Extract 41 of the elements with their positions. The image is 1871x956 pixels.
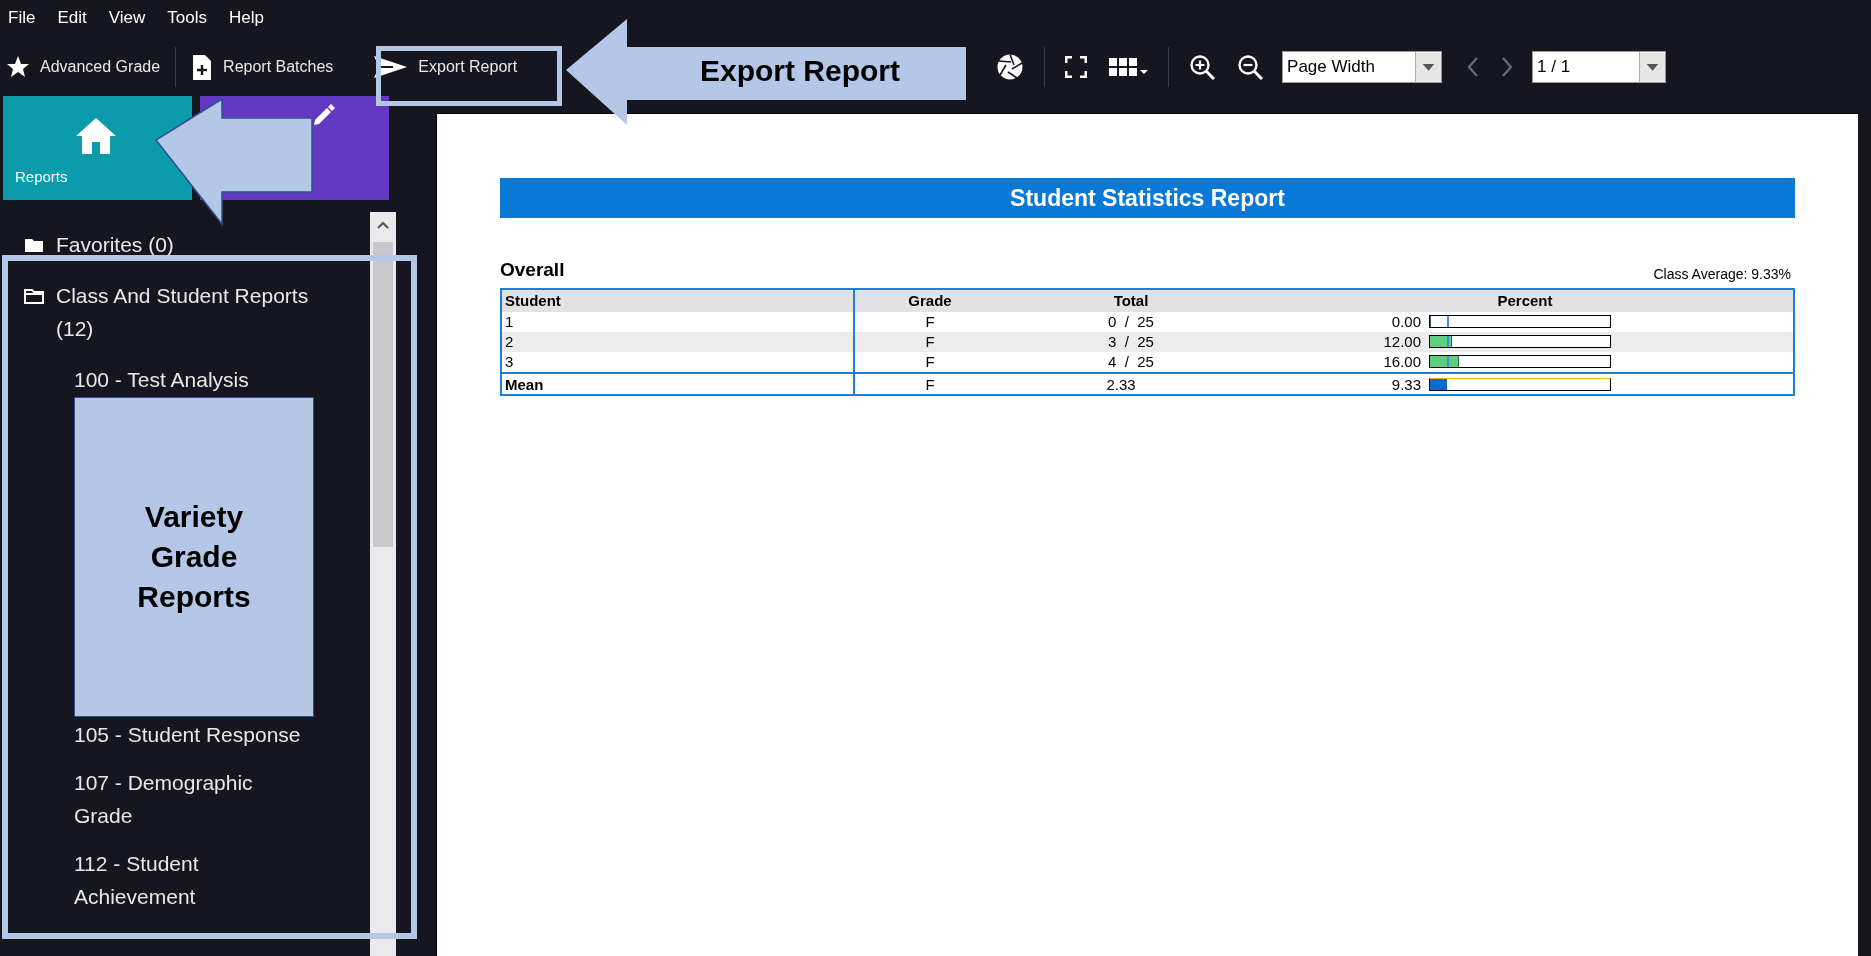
menu-item[interactable]: Edit — [57, 4, 87, 30]
menu-item[interactable]: Help — [228, 4, 264, 30]
toolbar-button[interactable]: Advanced Grade — [0, 44, 167, 90]
table-cell-text: 2.33 — [1105, 374, 1137, 395]
table-cell-text: 3 / 25 — [1107, 331, 1155, 352]
table-cell-text: 12.00 — [1382, 331, 1422, 352]
column-header: Student — [502, 289, 855, 312]
tree-item[interactable]: 107 - Demographic Grade — [74, 766, 314, 832]
table-cell-text: 4 / 25 — [1107, 351, 1155, 372]
report-title: Student Statistics Report — [500, 178, 1795, 218]
tree-item[interactable]: 100 - Test Analysis — [74, 363, 314, 396]
column-header: Grade — [907, 290, 953, 311]
tree-folder[interactable]: Class And Student Reports (12) — [56, 279, 316, 345]
section-heading: Overall — [500, 258, 565, 282]
column-header: Total — [1112, 290, 1150, 311]
menu-item[interactable]: File — [8, 4, 36, 30]
tree-item[interactable]: 105 - Student Response — [74, 718, 314, 751]
tile-label: Reports — [15, 166, 68, 187]
table-cell-text: 16.00 — [1382, 351, 1422, 372]
export-report-button[interactable]: Export Report — [367, 44, 524, 90]
toolbar-button[interactable]: Report Batches — [185, 44, 340, 90]
table-cell-text: 0 / 25 — [1107, 311, 1155, 332]
callout-note: Variety Grade Reports — [74, 397, 314, 717]
tree-folder[interactable]: Favorites (0) — [56, 228, 316, 261]
table-cell: 2 — [502, 331, 855, 352]
table-cell-text: 9.33 — [1390, 374, 1422, 395]
menu-item[interactable]: Tools — [167, 4, 207, 30]
callout-text: Export Report — [699, 53, 901, 89]
table-cell: 3 — [502, 351, 855, 372]
dropdown[interactable]: 1 / 1 — [1532, 51, 1667, 83]
table-cell-text: 0.00 — [1390, 311, 1422, 332]
column-header: Percent — [1496, 290, 1554, 311]
table-cell: Mean — [502, 373, 855, 396]
dropdown[interactable]: Page Width — [1282, 51, 1443, 83]
table-cell-text: F — [924, 331, 936, 352]
tree-item[interactable]: 112 - Student Achievement — [74, 847, 314, 913]
table-cell-text: F — [924, 351, 936, 372]
menu-item[interactable]: View — [108, 4, 146, 30]
table-cell-text: F — [924, 374, 936, 395]
class-average: Class Average: 9.33% — [1653, 264, 1792, 284]
table-cell-text: F — [924, 311, 936, 332]
